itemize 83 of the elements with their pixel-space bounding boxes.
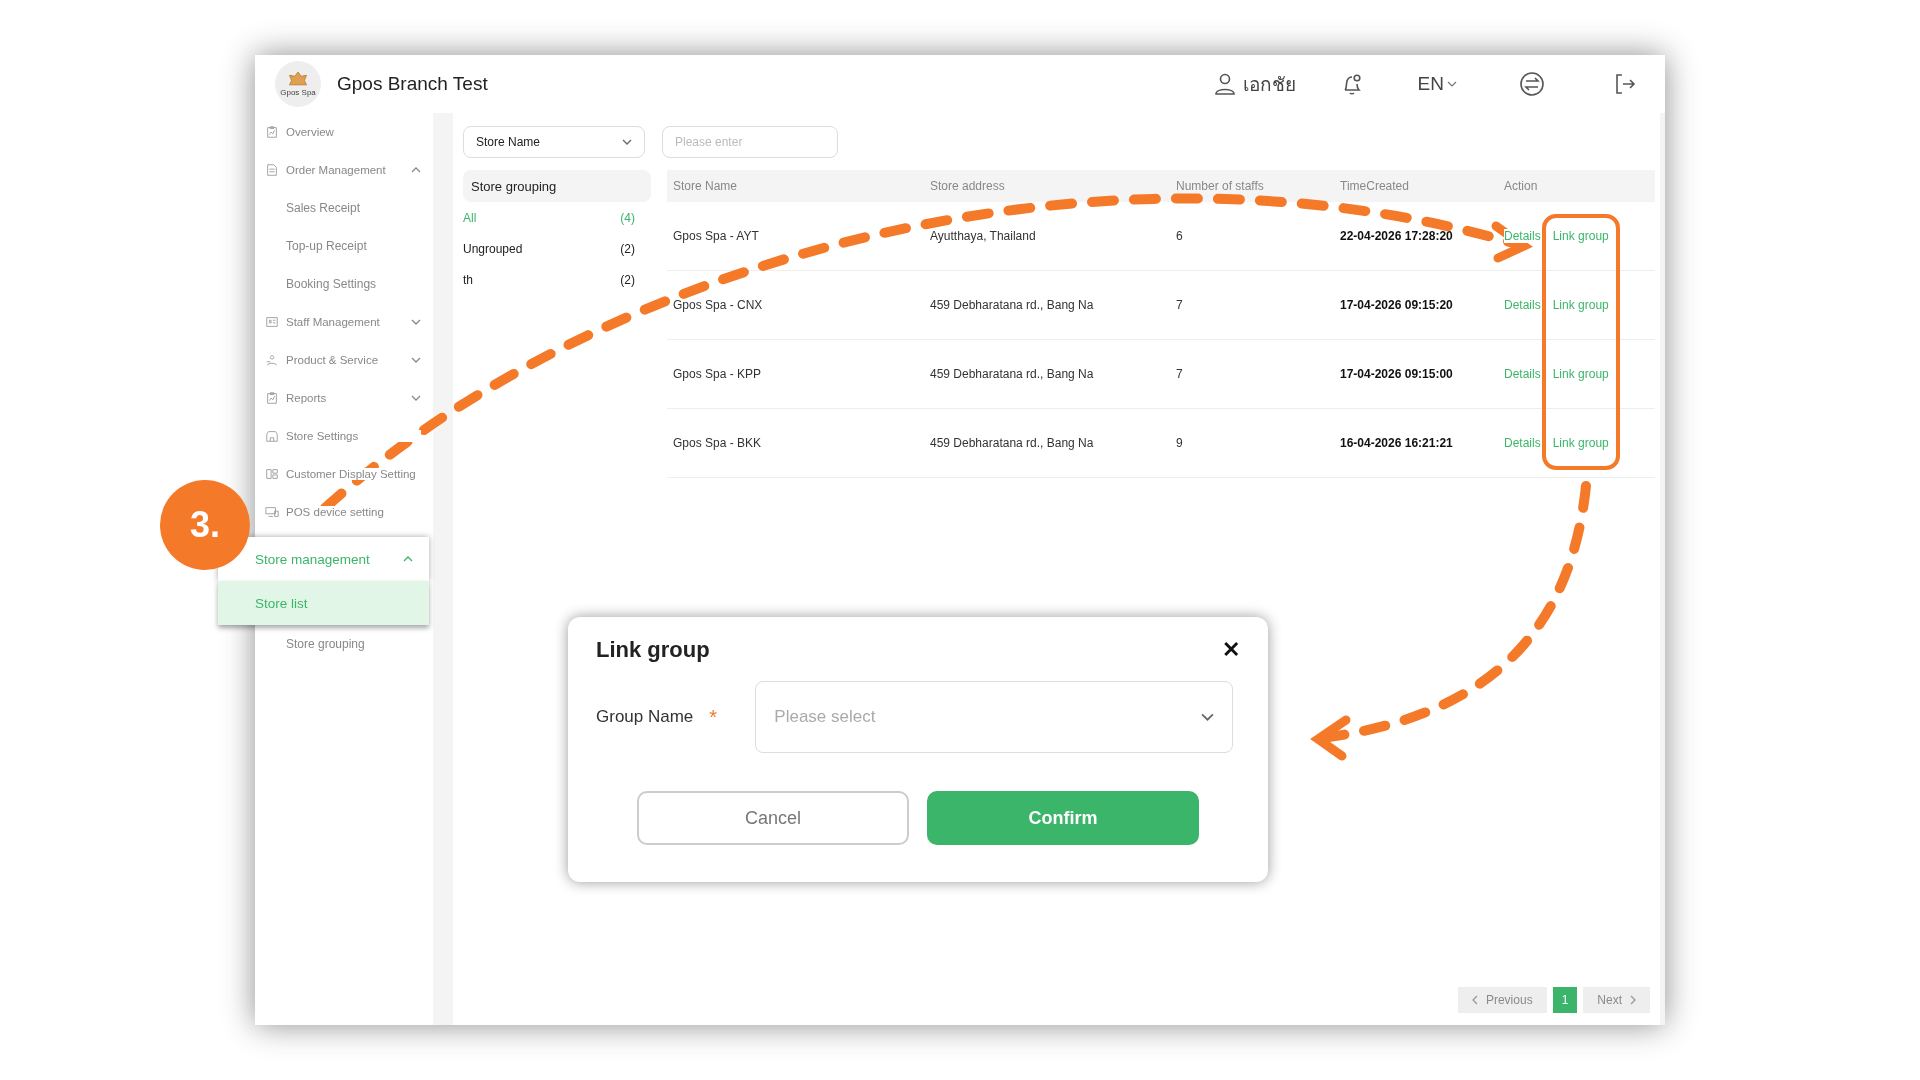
group-panel-title: Store grouping bbox=[463, 170, 651, 202]
menu-icon bbox=[265, 353, 279, 367]
table-cell-text: Gpos Spa - BKK bbox=[672, 436, 763, 450]
table-cell-text: 17-04-2026 09:15:00 bbox=[1339, 367, 1454, 381]
table-cell-text: 459 Debharatana rd., Bang Na bbox=[929, 436, 1095, 450]
chevron-icon bbox=[411, 357, 421, 363]
sidebar-subitem[interactable]: Store list bbox=[218, 581, 429, 625]
user-name[interactable]: เอกชัย bbox=[1242, 69, 1296, 99]
menu-icon bbox=[265, 429, 279, 443]
sidebar-item[interactable]: Overview bbox=[255, 113, 433, 151]
action-link[interactable]: Link group bbox=[1552, 229, 1609, 243]
group-select[interactable]: Please select bbox=[755, 681, 1234, 753]
table-cell-text: 7 bbox=[1175, 298, 1184, 312]
action-link[interactable]: Link group bbox=[1552, 298, 1609, 312]
sidebar-subitem[interactable]: Booking Settings bbox=[255, 265, 433, 303]
sidebar-item[interactable]: Reports bbox=[255, 379, 433, 417]
cancel-button[interactable]: Cancel bbox=[637, 791, 909, 845]
search-field[interactable]: Please enter bbox=[662, 126, 838, 158]
table-cell-text: 9 bbox=[1175, 436, 1184, 450]
group-item[interactable]: Ungrouped (2) bbox=[463, 233, 651, 264]
table-cell-text: Gpos Spa - AYT bbox=[672, 229, 760, 243]
chevron-icon bbox=[1201, 713, 1215, 721]
chevron-icon bbox=[411, 167, 421, 173]
sidebar-item[interactable]: Product & Service bbox=[255, 341, 433, 379]
menu-icon bbox=[265, 467, 279, 481]
swap-icon[interactable] bbox=[1519, 71, 1545, 97]
sidebar-item[interactable]: Store management bbox=[218, 537, 429, 581]
chevron-right-icon bbox=[1630, 995, 1636, 1005]
required-mark: * bbox=[709, 705, 719, 729]
menu-icon bbox=[265, 163, 279, 177]
app-title: Gpos Branch Test bbox=[337, 73, 488, 95]
action-link[interactable]: Details bbox=[1504, 367, 1541, 381]
confirm-button[interactable]: Confirm bbox=[927, 791, 1199, 845]
chevron-left-icon bbox=[1471, 995, 1478, 1005]
table-cell-text: 459 Debharatana rd., Bang Na bbox=[929, 298, 1095, 312]
column-header: Store Name bbox=[672, 179, 739, 193]
table-cell-text: Ayutthaya, Thailand bbox=[929, 229, 1037, 243]
dialog-title: Link group bbox=[596, 637, 710, 663]
sidebar-subitem[interactable]: Sales Receipt bbox=[255, 189, 433, 227]
table-cell-text: Gpos Spa - KPP bbox=[672, 367, 763, 381]
menu-icon bbox=[265, 125, 279, 139]
column-header: Store address bbox=[929, 179, 1006, 193]
sidebar-item[interactable]: POS device setting bbox=[255, 493, 433, 531]
column-header: Number of staffs bbox=[1175, 179, 1265, 193]
field-label: Group Name bbox=[596, 707, 694, 727]
table-cell-text: 16-04-2026 16:21:21 bbox=[1339, 436, 1454, 450]
table-cell-text: 17-04-2026 09:15:20 bbox=[1339, 298, 1454, 312]
sidebar-subitem[interactable]: Store grouping bbox=[255, 625, 433, 663]
caret-icon bbox=[1447, 81, 1457, 87]
step-badge: 3. bbox=[160, 480, 250, 570]
sidebar-item[interactable]: Store Settings bbox=[255, 417, 433, 455]
logo-text: Gpos Spa bbox=[280, 88, 316, 97]
user-icon[interactable] bbox=[1212, 72, 1237, 96]
action-link[interactable]: Details bbox=[1504, 436, 1541, 450]
sidebar-subitem[interactable]: Top-up Receipt bbox=[255, 227, 433, 265]
chevron-icon bbox=[411, 319, 421, 325]
field-select[interactable]: Store Name bbox=[463, 126, 645, 158]
close-button[interactable]: ✕ bbox=[1222, 637, 1240, 663]
group-item[interactable]: th (2) bbox=[463, 264, 651, 295]
chevron-icon bbox=[403, 556, 413, 562]
sidebar-item[interactable]: Order Management bbox=[255, 151, 433, 189]
sidebar-item[interactable]: Customer Display Setting bbox=[255, 455, 433, 493]
chevron-icon bbox=[622, 139, 632, 145]
column-header: TimeCreated bbox=[1339, 179, 1410, 193]
column-header: Action bbox=[1503, 179, 1539, 193]
menu-icon bbox=[265, 505, 279, 519]
table-cell-text: Gpos Spa - CNX bbox=[672, 298, 764, 312]
logout-icon[interactable] bbox=[1613, 72, 1637, 96]
table-cell-text: 22-04-2026 17:28:20 bbox=[1339, 229, 1454, 243]
table-cell-text: 7 bbox=[1175, 367, 1184, 381]
action-link[interactable]: Link group bbox=[1552, 367, 1609, 381]
sidebar-item[interactable]: Staff Management bbox=[255, 303, 433, 341]
table-cell-text: 459 Debharatana rd., Bang Na bbox=[929, 367, 1095, 381]
language-select[interactable]: EN bbox=[1417, 73, 1457, 95]
menu-icon bbox=[265, 315, 279, 329]
group-item[interactable]: All (4) bbox=[463, 202, 651, 233]
action-link[interactable]: Details bbox=[1504, 229, 1541, 243]
chevron-icon bbox=[411, 395, 421, 401]
menu-icon bbox=[265, 391, 279, 405]
page-button[interactable]: 1 bbox=[1552, 987, 1578, 1013]
action-link[interactable]: Details bbox=[1504, 298, 1541, 312]
action-link[interactable]: Link group bbox=[1552, 436, 1609, 450]
table-cell-text: 6 bbox=[1175, 229, 1184, 243]
